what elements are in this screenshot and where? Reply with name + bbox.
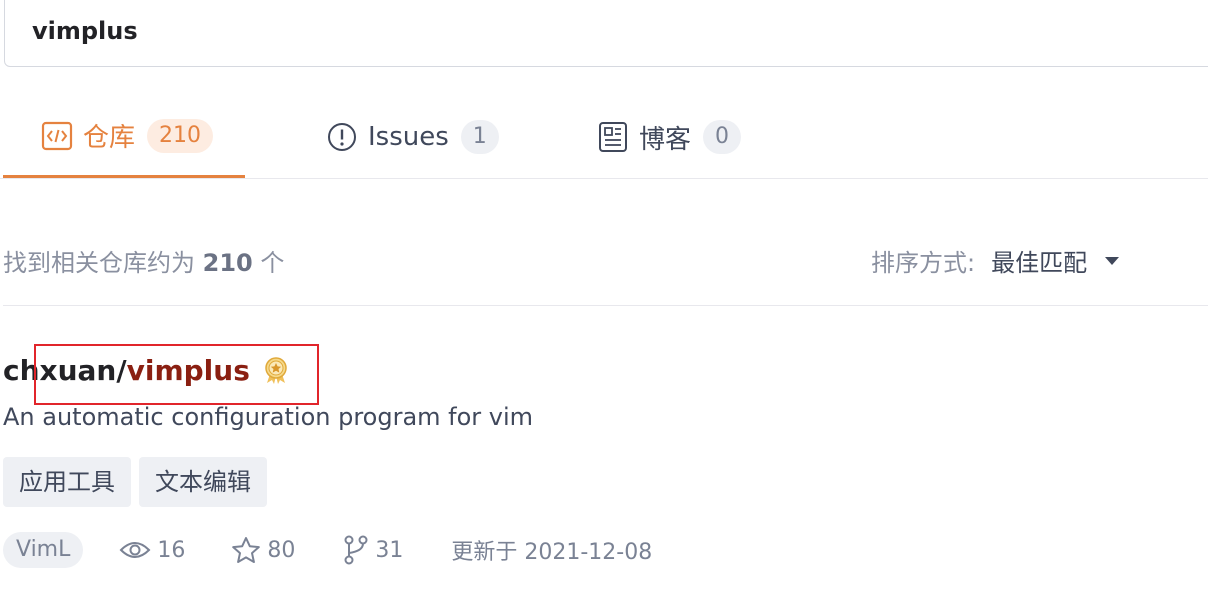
forks-count: 31 [343, 535, 403, 565]
code-icon [41, 120, 73, 152]
eye-icon [119, 542, 151, 558]
tab-blogs[interactable]: 博客 0 [597, 96, 742, 178]
star-icon [232, 537, 261, 563]
fork-icon [344, 535, 368, 565]
tab-issues[interactable]: Issues 1 [326, 96, 499, 178]
highlight-box [34, 344, 319, 405]
forks-value: 31 [375, 537, 404, 563]
search-box[interactable] [4, 0, 1208, 67]
tab-label: Issues [368, 122, 449, 152]
tab-repositories[interactable]: 仓库 210 [3, 96, 245, 178]
tab-count-badge: 1 [460, 120, 499, 154]
updated-date: 更新于 2021-12-08 [451, 540, 653, 565]
repo-meta: VimL 16 80 31 更新于 2021-12-08 [3, 531, 652, 569]
watchers-value: 16 [157, 537, 186, 563]
sort-control: 排序方式: 最佳匹配 [871, 243, 1120, 278]
tag-item[interactable]: 应用工具 [3, 457, 131, 507]
tab-count-badge: 210 [147, 118, 214, 153]
summary-count: 210 [202, 249, 253, 277]
search-results-page: 仓库 210 Issues 1 [0, 0, 1208, 596]
watchers-count: 16 [119, 538, 185, 563]
language-badge[interactable]: VimL [3, 532, 84, 568]
result-tabs: 仓库 210 Issues 1 博客 0 [0, 96, 1208, 179]
stars-count: 80 [231, 536, 295, 564]
tab-label: 博客 [639, 124, 692, 155]
stars-value: 80 [267, 537, 296, 563]
repo-description: An automatic configuration program for v… [3, 403, 534, 431]
tag-item[interactable]: 文本编辑 [139, 457, 267, 507]
sort-dropdown[interactable]: 最佳匹配 [991, 243, 1087, 278]
alert-circle-icon [326, 121, 358, 153]
summary-prefix: 找到相关仓库约为 [3, 249, 195, 277]
caret-down-icon[interactable] [1105, 256, 1120, 265]
divider [3, 305, 1208, 306]
article-icon [597, 121, 629, 153]
summary-suffix: 个 [260, 249, 285, 277]
tab-label: 仓库 [83, 123, 136, 153]
repo-tags: 应用工具 文本编辑 [3, 457, 275, 507]
sort-label: 排序方式: [871, 249, 976, 277]
tab-count-badge: 0 [703, 120, 742, 154]
search-input[interactable] [32, 9, 932, 53]
result-summary: 找到相关仓库约为 210 个 [3, 243, 284, 278]
